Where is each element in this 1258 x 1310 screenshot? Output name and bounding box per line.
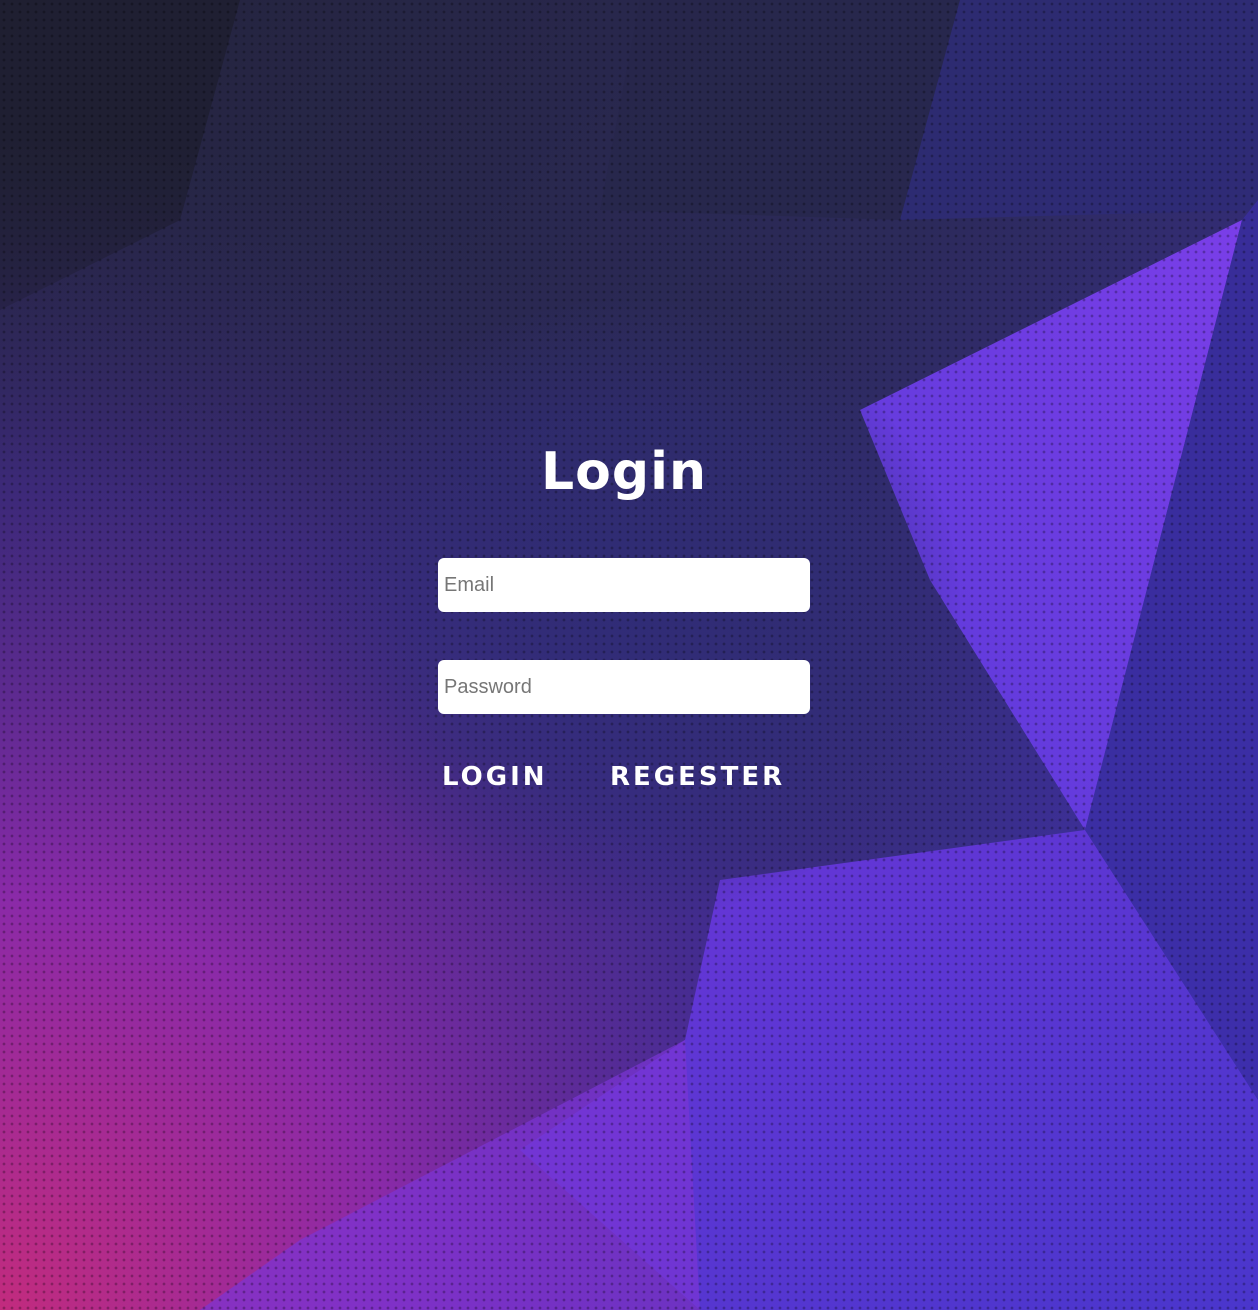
background xyxy=(0,0,1258,1310)
login-title: Login xyxy=(541,442,707,502)
email-field[interactable] xyxy=(438,558,810,612)
password-field[interactable] xyxy=(438,660,810,714)
background-shapes xyxy=(0,0,1258,1310)
login-button[interactable]: LOGIN xyxy=(442,758,548,796)
register-button[interactable]: REGESTER xyxy=(610,758,785,796)
